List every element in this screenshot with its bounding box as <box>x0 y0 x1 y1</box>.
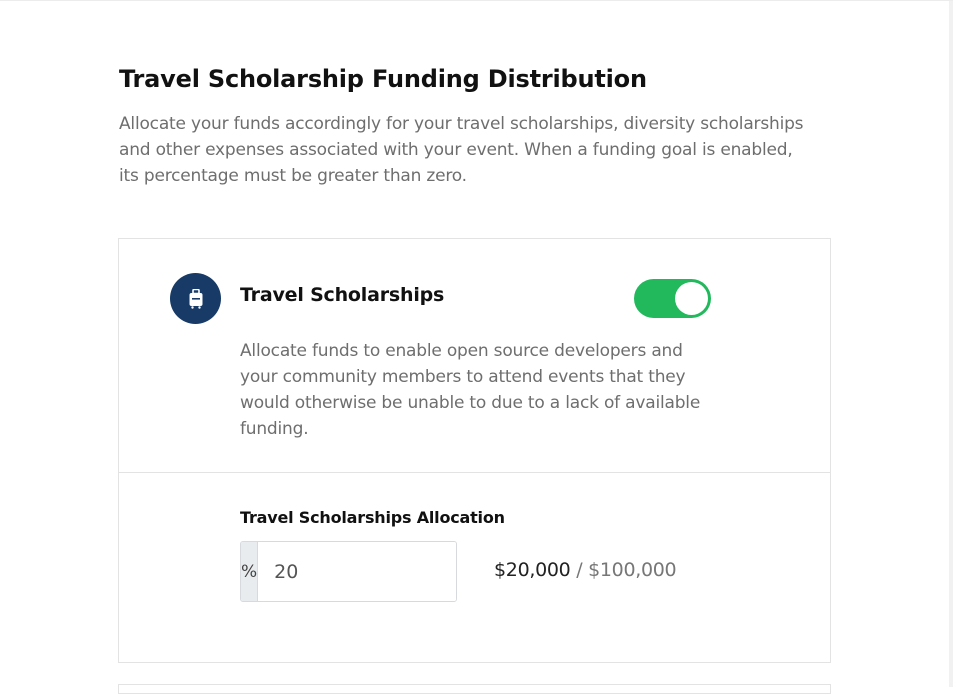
scrollbar[interactable] <box>949 1 953 687</box>
toggle-knob[interactable] <box>675 282 708 315</box>
total-amount: $100,000 <box>588 559 677 581</box>
luggage-icon-glyph <box>189 288 202 309</box>
travel-scholarships-card: Travel Scholarships Allocate funds to en… <box>118 238 831 663</box>
travel-scholarships-title: Travel Scholarships <box>240 284 445 306</box>
travel-scholarships-description: Allocate funds to enable open source dev… <box>240 341 701 439</box>
card-divider <box>119 472 830 473</box>
luggage-icon <box>170 273 221 324</box>
page: Travel Scholarship Funding Distribution … <box>0 0 953 694</box>
allocation-input-group: % <box>240 541 457 602</box>
allocation-label: Travel Scholarships Allocation <box>240 508 505 527</box>
amount-separator: / <box>570 559 589 581</box>
allocation-percent-input[interactable] <box>258 542 456 601</box>
allocation-amount: $20,000 / $100,000 <box>494 559 677 581</box>
percent-prefix: % <box>241 542 259 601</box>
page-description: Allocate your funds accordingly for your… <box>119 114 804 186</box>
allocated-amount: $20,000 <box>494 559 571 581</box>
page-title: Travel Scholarship Funding Distribution <box>119 65 647 93</box>
travel-scholarships-toggle[interactable] <box>634 279 711 318</box>
